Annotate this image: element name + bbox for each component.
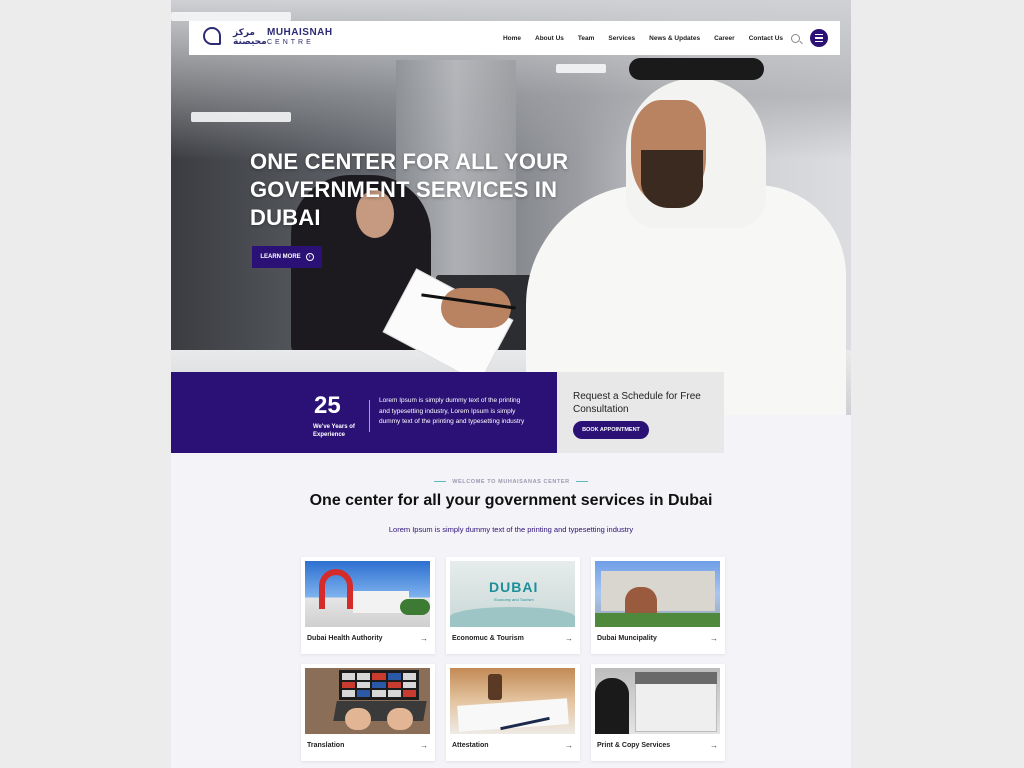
service-image — [305, 561, 430, 627]
logo-mark-icon — [199, 25, 229, 51]
section-eyebrow-text: WELCOME TO MUHAISANAS CENTER — [452, 479, 570, 485]
arrow-right-icon: → — [565, 741, 573, 750]
nav-news-updates[interactable]: News & Updates — [649, 35, 700, 42]
ceiling-light — [191, 112, 291, 122]
years-number: 25 — [314, 392, 341, 419]
ceiling-light — [556, 64, 606, 73]
service-card-municipality[interactable]: Dubai Muncipality → — [591, 557, 725, 654]
service-label: Print & Copy Services — [597, 742, 671, 749]
service-card-print-copy[interactable]: Print & Copy Services → — [591, 664, 725, 761]
service-image — [305, 668, 430, 734]
service-label: Attestation — [452, 742, 489, 749]
experience-band: 25 We've Years of Experience Lorem Ipsum… — [171, 372, 557, 453]
nav-about-us[interactable]: About Us — [535, 35, 564, 42]
logo-subtext: CENTRE — [267, 39, 314, 46]
services-grid: Dubai Health Authority → DUBAI Economy and… — [301, 557, 725, 761]
hero-person-man-beard — [641, 150, 703, 208]
service-card-economy-tourism[interactable]: DUBAI Economy and Tourism Economuc & Tour… — [446, 557, 580, 654]
hero-banner: ONE CENTER FOR ALL YOUR GOVERNMENT SERVI… — [171, 0, 851, 415]
learn-more-label: LEARN MORE — [260, 254, 301, 260]
consultation-box: Request a Schedule for Free Consultation… — [557, 372, 724, 453]
service-label: Economuc & Tourism — [452, 635, 524, 642]
logo-arabic: مركز محيصنة — [233, 28, 267, 47]
service-card-dha[interactable]: Dubai Health Authority → — [301, 557, 435, 654]
arrow-right-icon: → — [420, 634, 428, 643]
logo-text: MUHAISNAH — [267, 27, 333, 38]
arrow-circle-icon: › — [305, 253, 314, 261]
hero-hand — [441, 288, 511, 328]
website-page: ONE CENTER FOR ALL YOUR GOVERNMENT SERVI… — [171, 0, 851, 768]
nav-services[interactable]: Services — [608, 35, 635, 42]
nav-home[interactable]: Home — [503, 35, 521, 42]
section-eyebrow: WELCOME TO MUHAISANAS CENTER — [171, 479, 851, 485]
hamburger-menu-button[interactable] — [810, 29, 828, 47]
arrow-right-icon: → — [710, 634, 718, 643]
service-label: Dubai Muncipality — [597, 635, 657, 642]
arrow-right-icon: → — [565, 634, 573, 643]
experience-text: Lorem Ipsum is simply dummy text of the … — [379, 397, 525, 425]
consultation-title: Request a Schedule for Free Consultation — [573, 391, 701, 415]
learn-more-button[interactable]: LEARN MORE › — [252, 246, 322, 268]
service-label: Translation — [307, 742, 345, 749]
ceiling-light — [171, 12, 291, 21]
service-image — [595, 668, 720, 734]
arrow-right-icon: → — [710, 741, 718, 750]
service-label: Dubai Health Authority — [307, 635, 383, 642]
main-nav: Home About Us Team Services News & Updat… — [503, 29, 828, 47]
service-image — [595, 561, 720, 627]
service-image — [450, 668, 575, 734]
hero-title: ONE CENTER FOR ALL YOUR GOVERNMENT SERVI… — [250, 149, 569, 230]
service-image: DUBAI Economy and Tourism — [450, 561, 575, 627]
nav-contact-us[interactable]: Contact Us — [749, 35, 783, 42]
search-icon[interactable] — [791, 33, 800, 43]
divider — [369, 400, 370, 432]
dubai-logo-image: DUBAI — [489, 579, 539, 595]
site-header: مركز محيصنة MUHAISNAH CENTRE Home About … — [189, 21, 840, 55]
arrow-right-icon: → — [420, 741, 428, 750]
service-card-translation[interactable]: Translation → — [301, 664, 435, 761]
nav-career[interactable]: Career — [714, 35, 735, 42]
section-title: One center for all your government servi… — [309, 492, 713, 509]
site-logo[interactable]: مركز محيصنة MUHAISNAH CENTRE — [199, 25, 497, 51]
section-subtitle: Lorem Ipsum is simply dummy text of the … — [388, 525, 634, 534]
nav-team[interactable]: Team — [578, 35, 595, 42]
logo-wordmark: MUHAISNAH CENTRE — [267, 28, 333, 48]
years-label: We've Years of Experience — [313, 424, 355, 438]
book-appointment-button[interactable]: BOOK APPOINTMENT — [573, 421, 649, 439]
service-card-attestation[interactable]: Attestation → — [446, 664, 580, 761]
dubai-logo-caption-image: Economy and Tourism — [494, 597, 534, 602]
hero-person-man-agal — [629, 58, 764, 80]
